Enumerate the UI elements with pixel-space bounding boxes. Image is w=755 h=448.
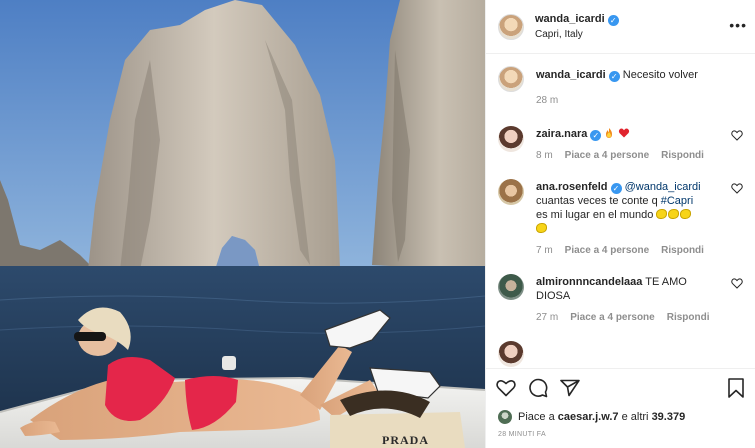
caption-username[interactable]: wanda_icardi [536, 69, 606, 81]
comment-username[interactable]: ana.rosenfeld [536, 181, 608, 193]
author-username[interactable]: wanda_icardi [535, 13, 605, 25]
comment-icon[interactable] [528, 378, 548, 398]
commenter-avatar[interactable] [498, 179, 524, 205]
caption: wanda_icardi ✓ Necesito volver 28 m [498, 66, 743, 108]
comment-likes[interactable]: Piace a 4 persone [565, 149, 650, 163]
comment-likes[interactable]: Piace a 4 persone [570, 311, 655, 325]
red-heart-emoji-icon [618, 128, 629, 138]
like-comment-heart-icon[interactable] [731, 130, 743, 141]
lemon-emoji-icon [536, 223, 547, 233]
commenter-avatar[interactable] [498, 274, 524, 300]
verified-badge-icon: ✓ [610, 183, 622, 194]
liker-avatar[interactable] [498, 410, 512, 424]
verified-badge-icon: ✓ [607, 15, 619, 26]
lemon-emoji-icon [668, 209, 680, 219]
caption-text: Necesito volver [622, 69, 698, 81]
comment-text-line2: es mi lugar en el mundo [536, 209, 654, 221]
like-comment-heart-icon[interactable] [731, 183, 743, 194]
comment: zaira.nara ✓ 8 m Piace a 4 persone Rispon… [498, 126, 743, 163]
comment-partial [498, 341, 743, 367]
post-location[interactable]: Capri, Italy [535, 29, 619, 40]
reply-button[interactable]: Rispondi [667, 311, 710, 325]
reply-button[interactable]: Rispondi [661, 149, 704, 163]
comment-time[interactable]: 7 m [536, 244, 553, 258]
post-photo[interactable]: PRADA [0, 0, 485, 448]
commenter-avatar[interactable] [498, 126, 524, 152]
commenter-avatar[interactable] [498, 341, 524, 367]
caption-time[interactable]: 28 m [536, 94, 558, 108]
reply-button[interactable]: Rispondi [661, 244, 704, 258]
post-side-panel: wanda_icardi ✓ Capri, Italy ••• wanda_ica… [485, 0, 755, 448]
verified-badge-icon: ✓ [590, 130, 602, 141]
likes-summary[interactable]: Piace a caesar.j.w.7 e altri 39.379 [486, 406, 755, 428]
liker-username[interactable]: caesar.j.w.7 [558, 411, 619, 423]
bookmark-icon[interactable] [727, 378, 745, 398]
share-icon[interactable] [560, 379, 580, 397]
comment-username[interactable]: zaira.nara [536, 128, 587, 140]
verified-badge-icon: ✓ [608, 71, 620, 82]
comment-time[interactable]: 27 m [536, 311, 558, 325]
comment: ana.rosenfeld ✓ @wanda_icardi cuantas vec… [498, 179, 743, 258]
comment-username[interactable]: almironnncandelaaa [536, 276, 642, 288]
prada-bag-label: PRADA [382, 433, 429, 447]
lemon-emoji-icon [656, 209, 668, 219]
comment-likes[interactable]: Piace a 4 persone [565, 244, 650, 258]
caption-avatar[interactable] [498, 66, 524, 92]
comments-list[interactable]: wanda_icardi ✓ Necesito volver 28 m zaira… [486, 54, 755, 368]
heart-icon[interactable] [496, 379, 516, 397]
like-comment-heart-icon[interactable] [731, 278, 743, 289]
more-options-icon[interactable]: ••• [729, 18, 747, 32]
author-avatar[interactable] [498, 13, 524, 40]
post-timestamp[interactable]: 28 MINUTI FA [486, 428, 755, 448]
fire-emoji-icon [606, 128, 613, 138]
instagram-post: PRADA wanda_icardi✓ Capri, Italy ••• wa [0, 0, 755, 448]
likes-count[interactable]: 39.379 [652, 411, 686, 423]
comment-time[interactable]: 8 m [536, 149, 553, 163]
lemon-emoji-icon [680, 209, 692, 219]
likes-prefix: Piace a [518, 411, 555, 423]
post-action-bar [486, 368, 755, 406]
likes-middle: e altri [621, 411, 649, 423]
hashtag-link[interactable]: #Capri [661, 195, 693, 207]
post-header: wanda_icardi ✓ Capri, Italy ••• [486, 0, 755, 54]
capri-faraglioni-photo: PRADA [0, 0, 485, 448]
comment-mention-link[interactable]: @wanda_icardi [625, 181, 701, 193]
comment: almironnncandelaaa TE AMO DIOSA 27 m Pia… [498, 274, 743, 325]
comment-text-line1: cuantas veces te conte q [536, 195, 658, 207]
